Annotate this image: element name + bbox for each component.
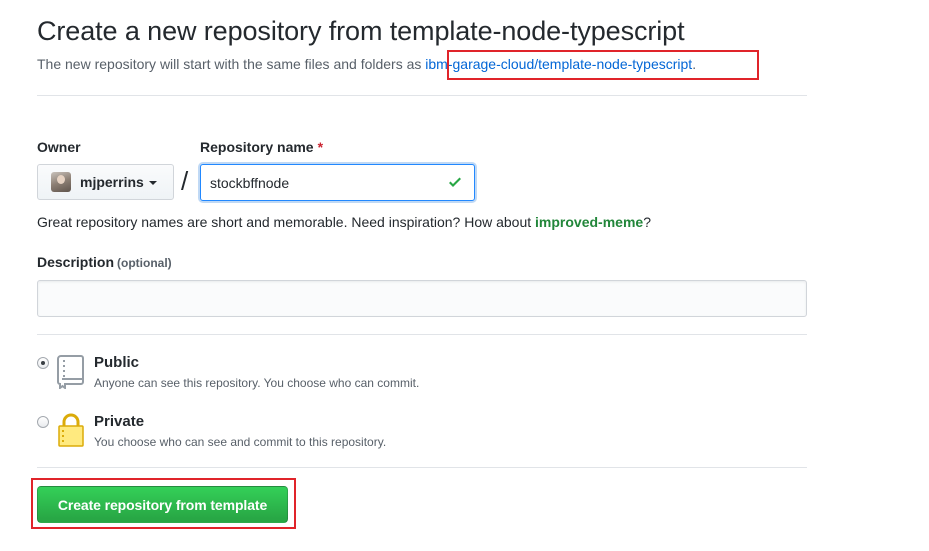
required-marker: *	[317, 139, 324, 155]
public-radio[interactable]	[37, 357, 49, 369]
hint-suffix: ?	[643, 214, 651, 230]
create-repository-button[interactable]: Create repository from template	[37, 486, 288, 523]
description-label: Description (optional)	[37, 254, 172, 270]
caret-down-icon	[148, 181, 157, 185]
repo-name-hint: Great repository names are short and mem…	[37, 214, 651, 230]
owner-dropdown[interactable]: mjperrins	[37, 164, 174, 200]
public-option-description: Anyone can see this repository. You choo…	[94, 376, 420, 390]
private-option-description: You choose who can see and commit to thi…	[94, 435, 387, 449]
create-repo-page: Create a new repository from template-no…	[0, 0, 929, 551]
private-radio[interactable]	[37, 416, 49, 428]
header-divider	[37, 95, 807, 96]
subtitle-text: The new repository will start with the s…	[37, 56, 426, 72]
repo-name-label: Repository name *	[200, 139, 323, 155]
description-divider	[37, 334, 807, 335]
check-icon	[449, 177, 461, 187]
optional-tag: (optional)	[117, 256, 172, 270]
description-input[interactable]	[37, 280, 807, 317]
private-option-title: Private	[94, 413, 145, 430]
owner-name: mjperrins	[80, 174, 144, 190]
visibility-divider	[37, 467, 807, 468]
suggested-name-link[interactable]: improved-meme	[535, 214, 643, 230]
hint-text: Great repository names are short and mem…	[37, 214, 536, 230]
repo-name-label-text: Repository name	[200, 139, 314, 155]
owner-repo-separator: /	[181, 166, 189, 196]
repo-book-icon	[57, 355, 84, 389]
public-option-title: Public	[94, 354, 140, 371]
template-link-highlight	[447, 50, 759, 80]
description-label-text: Description	[37, 254, 115, 270]
page-title: Create a new repository from template-no…	[37, 16, 685, 46]
repo-name-input[interactable]	[200, 164, 475, 201]
lock-icon	[58, 413, 84, 447]
owner-label: Owner	[37, 139, 81, 155]
avatar	[51, 172, 71, 192]
